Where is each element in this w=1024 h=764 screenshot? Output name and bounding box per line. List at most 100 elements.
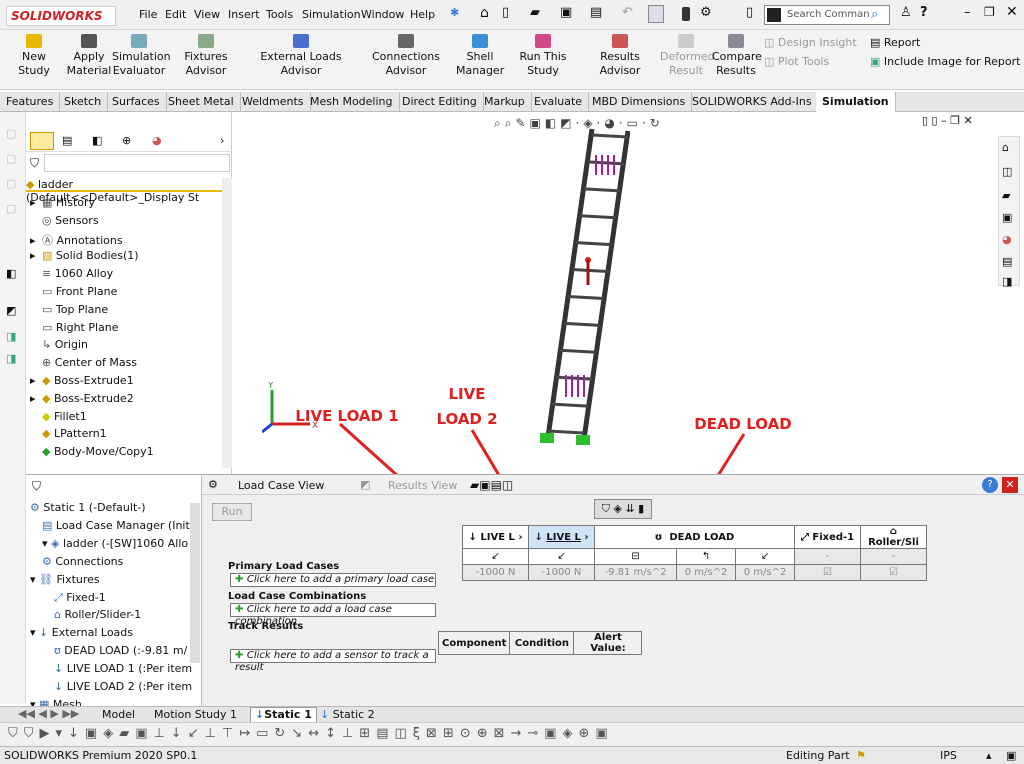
tool-icon-6[interactable]: ◩: [6, 304, 16, 317]
study-tree-item[interactable]: ▤ Load Case Manager (Initia: [42, 519, 200, 532]
tool-icon-2[interactable]: ▢: [6, 152, 16, 165]
tree-item[interactable]: ▭ Front Plane: [30, 285, 117, 298]
status-settings-icon[interactable]: ▣: [1006, 747, 1016, 764]
tab-motion-study-1[interactable]: Motion Study 1: [154, 708, 237, 721]
display-manager-icon[interactable]: ◕: [152, 134, 162, 147]
ladder-model[interactable]: [540, 125, 630, 455]
study-tree-item[interactable]: ⚙ Connections: [42, 555, 123, 568]
tree-scrollbar[interactable]: [222, 178, 232, 468]
tool-icon-4[interactable]: ▢: [6, 202, 16, 215]
tab-sheet-metal[interactable]: Sheet Metal: [162, 92, 241, 112]
design-insight-button[interactable]: ◫ Design Insight: [764, 36, 857, 49]
tab-evaluate[interactable]: Evaluate: [528, 92, 590, 112]
tab-addins[interactable]: SOLIDWORKS Add-Ins: [686, 92, 819, 112]
feature-tree-tab-icon[interactable]: [30, 132, 54, 150]
menu-edit[interactable]: Edit: [165, 8, 186, 21]
study-tree-item[interactable]: ⚙ Static 1 (-Default-): [30, 501, 146, 514]
tab-results-view[interactable]: Results View: [388, 479, 457, 492]
study-tree-item[interactable]: ↓ LIVE LOAD 2 (:Per item: [54, 680, 192, 693]
expand-arrow-icon[interactable]: ▸: [30, 374, 42, 387]
study-tree-item[interactable]: ▾ ◈ ladder (-[SW]1060 Allo: [42, 537, 188, 550]
tool-icon-5[interactable]: ◧: [6, 267, 16, 280]
sheet-icon[interactable]: ▯: [746, 5, 753, 20]
tree-item[interactable]: ▭ Top Plane: [30, 303, 108, 316]
toolbar-icons[interactable]: ⛉⛉▶▾↓▣◈▰▣⊥↓↙⊥⊤↦▭↻↘↔↕⊥⊞▤◫ξ⊠⊞⊙⊕⊠→⊸▣◈⊕▣: [8, 726, 614, 741]
compare-results-button[interactable]: Compare Results: [712, 34, 762, 78]
header-dead-load[interactable]: ʊ DEAD LOAD: [594, 525, 795, 549]
tab-weldments[interactable]: Weldments: [236, 92, 311, 112]
expand-arrow-icon[interactable]: ▸: [30, 196, 42, 209]
header-roller-slider[interactable]: ⌂ Roller/Sli: [860, 525, 927, 549]
maximize-icon[interactable]: ❐: [984, 5, 995, 19]
select-icon[interactable]: [648, 5, 664, 23]
tab-surfaces[interactable]: Surfaces: [106, 92, 167, 112]
open-folder-icon[interactable]: ▰: [530, 5, 540, 20]
search-box[interactable]: Search Comman ⌕: [764, 5, 890, 25]
tree-item[interactable]: ◆ Fillet1: [30, 410, 87, 423]
close-pane-icon[interactable]: ✕: [1002, 477, 1018, 493]
filter-input[interactable]: [44, 154, 230, 172]
expand-arrow-icon[interactable]: ▸: [30, 392, 42, 405]
tree-item[interactable]: ▸ Ⓐ Annotations: [30, 232, 123, 248]
header-fixed-1[interactable]: ⤢ Fixed-1: [794, 525, 861, 549]
tree-root[interactable]: ◆ ladder (Default<<Default>_Display St: [26, 178, 222, 204]
tree-item[interactable]: ▸ ▧ Solid Bodies(1): [30, 249, 139, 262]
help-circle-icon[interactable]: ?: [982, 477, 998, 493]
value-dead-3[interactable]: 0 m/s^2: [735, 564, 795, 581]
menu-window[interactable]: Window: [361, 8, 404, 21]
fixtures-advisor-button[interactable]: Fixtures Advisor: [168, 34, 244, 78]
tab-nav-arrows[interactable]: ◀◀ ◀ ▶ ▶▶: [18, 707, 79, 720]
add-load-case-combination[interactable]: ✚ Click here to add a load case combinat…: [230, 603, 436, 627]
solidworks-logo[interactable]: SOLIDWORKS: [6, 6, 116, 26]
tab-direct-editing[interactable]: Direct Editing: [396, 92, 484, 112]
new-study-button[interactable]: New Study: [6, 34, 62, 78]
search-icon[interactable]: ⌕: [871, 7, 878, 22]
study-tree-item[interactable]: ⤢ Fixed-1: [54, 591, 106, 605]
tab-model[interactable]: Model: [102, 708, 135, 721]
rebuild-icon[interactable]: ⚑: [856, 747, 866, 764]
new-document-icon[interactable]: ▯: [502, 5, 509, 20]
tool-icon-3[interactable]: ▢: [6, 177, 16, 190]
tree-item[interactable]: ⊕ Center of Mass: [30, 356, 137, 369]
user-icon[interactable]: ♙: [900, 5, 912, 20]
study-tree-item[interactable]: ▾ ↓ External Loads: [30, 626, 133, 639]
pin-icon[interactable]: ✱: [450, 6, 459, 19]
results-advisor-button[interactable]: Results Advisor: [584, 34, 656, 78]
include-image-button[interactable]: ▣ Include Image for Report: [870, 55, 1020, 68]
property-manager-icon[interactable]: ▤: [62, 134, 72, 147]
study-tree-scrollbar[interactable]: [190, 503, 200, 663]
plot-tools-button[interactable]: ◫ Plot Tools: [764, 55, 829, 68]
tab-markup[interactable]: Markup: [478, 92, 532, 112]
value-dead-2[interactable]: 0 m/s^2: [676, 564, 737, 581]
connections-advisor-button[interactable]: Connections Advisor: [358, 34, 454, 78]
run-button[interactable]: Run: [212, 503, 252, 521]
tab-mesh-modeling[interactable]: Mesh Modeling: [304, 92, 400, 112]
menu-view[interactable]: View: [194, 8, 220, 21]
tool-icon-1[interactable]: ▢: [6, 127, 16, 140]
apply-material-button[interactable]: Apply Material: [66, 34, 112, 78]
filter-toolbar[interactable]: ⛉ ◈ ⇊ ▮: [594, 499, 652, 519]
expand-arrow-icon[interactable]: ▸: [30, 234, 42, 247]
checkbox-roller[interactable]: ☑: [860, 564, 927, 581]
study-tree-item[interactable]: ▾ ⛓ Fixtures: [30, 573, 100, 586]
tab-features[interactable]: Features: [0, 92, 61, 112]
save-icon[interactable]: ▣: [560, 5, 572, 20]
expand-arrow-icon[interactable]: ▾: [42, 537, 51, 550]
menu-help[interactable]: Help: [410, 8, 435, 21]
checkbox-fixed[interactable]: ☑: [794, 564, 861, 581]
header-live-load-2[interactable]: ↓ LIVE L ›: [528, 525, 595, 549]
shell-manager-button[interactable]: Shell Manager: [456, 34, 504, 78]
tab-sketch[interactable]: Sketch: [58, 92, 109, 112]
units-dropdown-icon[interactable]: ▴: [986, 747, 992, 764]
tab-static-2[interactable]: ↓ Static 2: [320, 708, 375, 721]
value-live-2[interactable]: -1000 N: [528, 564, 595, 581]
menu-file[interactable]: File: [139, 8, 157, 21]
tab-static-1[interactable]: ↓Static 1: [250, 707, 317, 723]
tree-item[interactable]: ◆ LPattern1: [30, 427, 107, 440]
study-tree-item[interactable]: ʊ DEAD LOAD (:-9.81 m/: [54, 644, 187, 657]
study-tree-item[interactable]: ⌂ Roller/Slider-1: [54, 608, 141, 621]
tool-icon-7[interactable]: ◨: [6, 330, 16, 343]
print-icon[interactable]: ▤: [590, 5, 602, 20]
report-button[interactable]: ▤ Report: [870, 36, 920, 49]
run-study-button[interactable]: Run This Study: [508, 34, 578, 78]
